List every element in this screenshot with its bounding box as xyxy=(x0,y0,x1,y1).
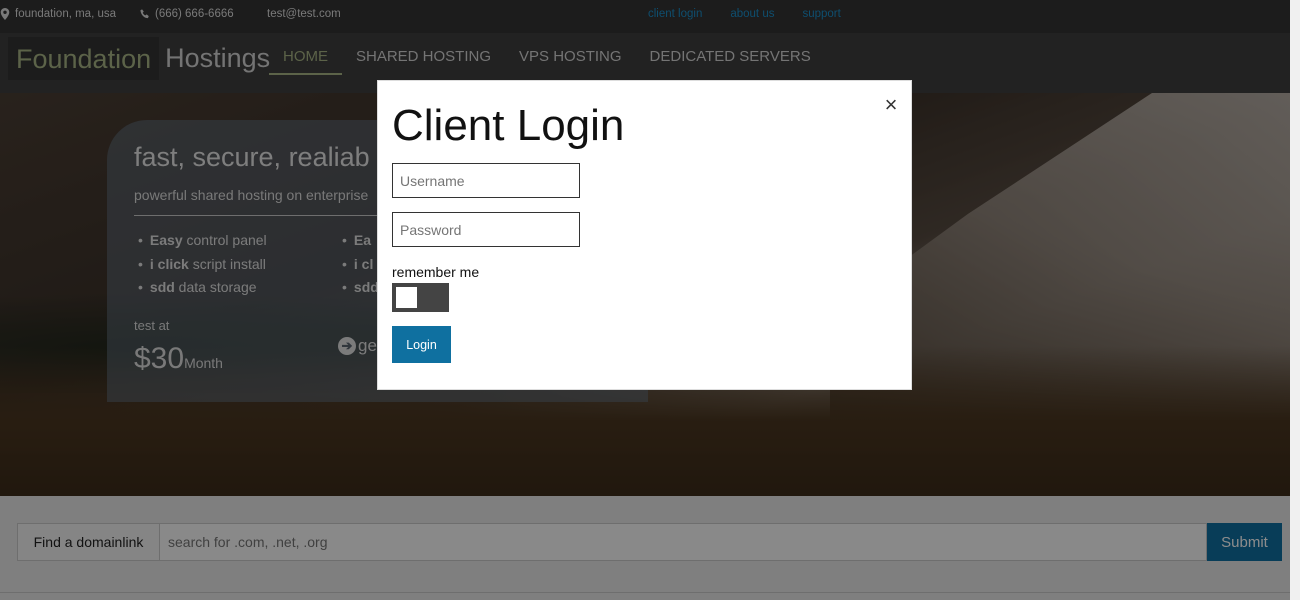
login-button[interactable]: Login xyxy=(392,326,451,363)
username-field[interactable] xyxy=(392,163,580,198)
close-icon[interactable]: × xyxy=(881,93,901,117)
password-field[interactable] xyxy=(392,212,580,247)
modal-title: Client Login xyxy=(392,101,625,150)
client-login-modal: × Client Login remember me Login xyxy=(377,80,912,390)
remember-me-toggle[interactable] xyxy=(392,283,449,312)
page-scrollbar[interactable] xyxy=(1290,0,1300,600)
remember-me-label: remember me xyxy=(392,264,480,280)
toggle-knob xyxy=(396,287,417,308)
